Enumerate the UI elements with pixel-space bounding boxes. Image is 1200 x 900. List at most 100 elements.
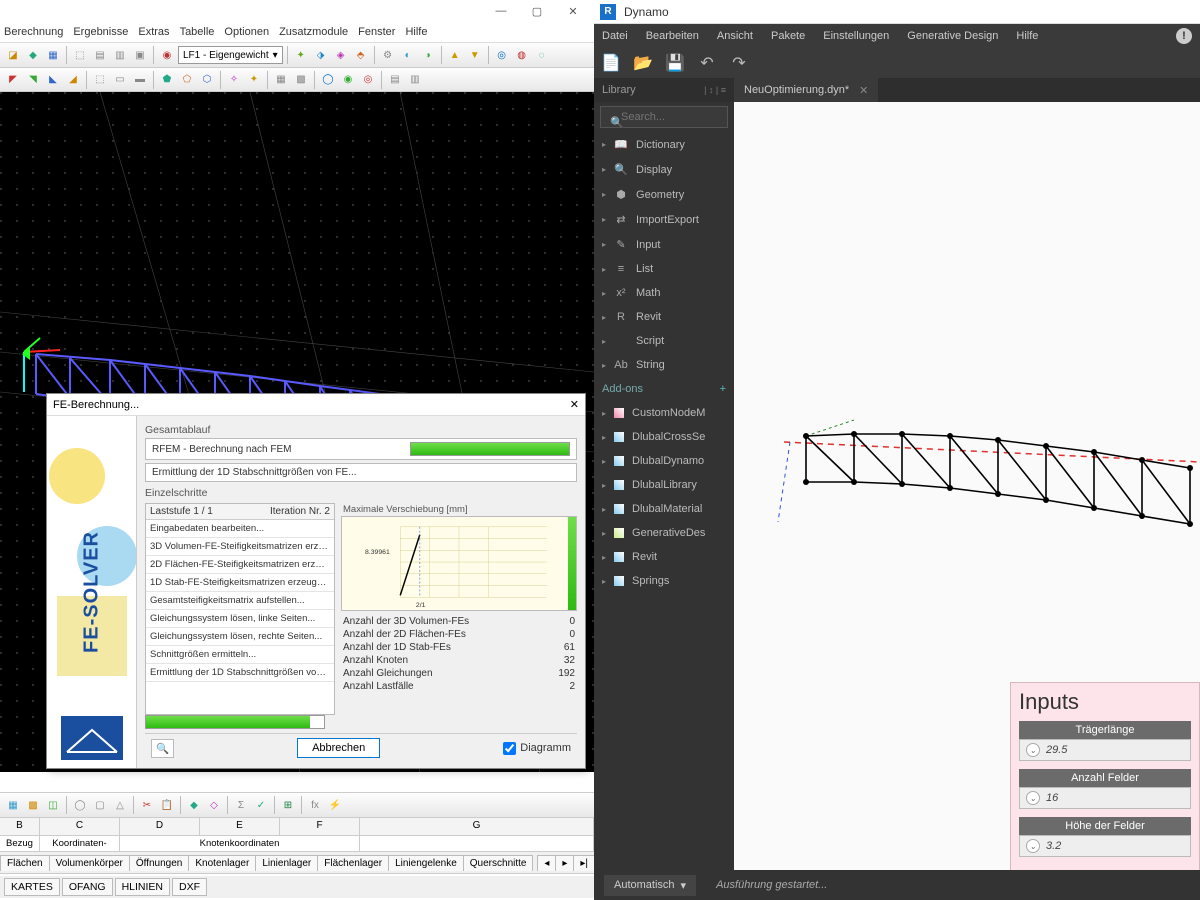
menu-extras[interactable]: Extras xyxy=(138,26,169,38)
menu-tabelle[interactable]: Tabelle xyxy=(180,26,215,38)
toolbar-icon[interactable]: ✧ xyxy=(225,71,243,89)
toolbar-icon[interactable]: ◆ xyxy=(185,796,203,814)
menu-hilfe[interactable]: Hilfe xyxy=(1016,30,1038,42)
addon-item[interactable]: ▸Revit xyxy=(594,545,734,569)
toolbar-icon[interactable]: ✦ xyxy=(245,71,263,89)
tab-liniengelenke[interactable]: Liniengelenke xyxy=(388,855,464,871)
library-category[interactable]: ▸🔍Display xyxy=(594,157,734,182)
toolbar-icon[interactable]: ⚙ xyxy=(379,46,397,64)
maximize-button[interactable]: ▢ xyxy=(520,1,554,21)
tab-linienlager[interactable]: Linienlager xyxy=(255,855,318,871)
toolbar-icon[interactable]: ◐ xyxy=(399,46,417,64)
toolbar-icon[interactable]: ◤ xyxy=(4,71,22,89)
status-dxf[interactable]: DXF xyxy=(172,878,207,896)
toolbar-icon[interactable]: ▣ xyxy=(131,46,149,64)
toolbar-icon[interactable]: ◎ xyxy=(493,46,511,64)
addon-item[interactable]: ▸GenerativeDes xyxy=(594,521,734,545)
col-d[interactable]: D xyxy=(120,818,200,835)
input-value[interactable]: ⌄29.5 xyxy=(1019,739,1191,761)
menu-datei[interactable]: Datei xyxy=(602,30,628,42)
library-tab[interactable]: Library | ↕ | ≡ xyxy=(594,78,734,102)
toolbar-icon[interactable]: ▦ xyxy=(4,796,22,814)
tab-oeffnungen[interactable]: Öffnungen xyxy=(129,855,190,871)
dialog-titlebar[interactable]: FE-Berechnung... ✕ xyxy=(47,394,585,416)
file-tab[interactable]: NeuOptimierung.dyn* ✕ xyxy=(734,78,878,102)
minimize-button[interactable]: — xyxy=(484,1,518,21)
tab-knotenlager[interactable]: Knotenlager xyxy=(188,855,256,871)
redo-icon[interactable]: ↷ xyxy=(730,54,748,72)
library-category[interactable]: ▸Script xyxy=(594,329,734,353)
info-icon[interactable]: ! xyxy=(1176,28,1192,44)
toolbar-icon[interactable]: ◯ xyxy=(71,796,89,814)
open-file-icon[interactable]: 📂 xyxy=(634,54,652,72)
toolbar-icon[interactable]: ▦ xyxy=(272,71,290,89)
cancel-button[interactable]: Abbrechen xyxy=(297,738,380,758)
toolbar-icon[interactable]: ▥ xyxy=(406,71,424,89)
menu-optionen[interactable]: Optionen xyxy=(224,26,269,38)
menu-einstellungen[interactable]: Einstellungen xyxy=(823,30,889,42)
toolbar-icon[interactable]: ◈ xyxy=(332,46,350,64)
addon-item[interactable]: ▸DlubalCrossSe xyxy=(594,425,734,449)
toolbar-icon[interactable]: ⬠ xyxy=(178,71,196,89)
search-icon[interactable]: 🔍 xyxy=(151,739,174,758)
toolbar-icon[interactable]: ◥ xyxy=(24,71,42,89)
scroll-right-icon[interactable]: ▸ xyxy=(555,855,574,871)
tab-querschnitte[interactable]: Querschnitte xyxy=(463,855,534,871)
toolbar-icon[interactable]: Σ xyxy=(232,796,250,814)
menu-zusatzmodule[interactable]: Zusatzmodule xyxy=(279,26,348,38)
toolbar-icon[interactable]: ▤ xyxy=(386,71,404,89)
col-f[interactable]: F xyxy=(280,818,360,835)
library-category[interactable]: ▸≡List xyxy=(594,257,734,281)
menu-berechnung[interactable]: Berechnung xyxy=(4,26,63,38)
library-category[interactable]: ▸📖Dictionary xyxy=(594,132,734,157)
toolbar-icon[interactable]: ◑ xyxy=(419,46,437,64)
input-value[interactable]: ⌄16 xyxy=(1019,787,1191,809)
toolbar-icon[interactable]: ⬗ xyxy=(312,46,330,64)
status-hlinien[interactable]: HLINIEN xyxy=(115,878,170,896)
scroll-left-icon[interactable]: ◂ xyxy=(537,855,556,871)
undo-icon[interactable]: ↶ xyxy=(698,54,716,72)
chevron-down-icon[interactable]: ⌄ xyxy=(1026,839,1040,853)
toolbar-icon[interactable]: ◆ xyxy=(24,46,42,64)
menu-ansicht[interactable]: Ansicht xyxy=(717,30,753,42)
close-icon[interactable]: ✕ xyxy=(570,398,579,411)
toolbar-icon[interactable]: ⬚ xyxy=(91,71,109,89)
save-icon[interactable]: 💾 xyxy=(666,54,684,72)
addon-item[interactable]: ▸DlubalDynamo xyxy=(594,449,734,473)
menu-generative-design[interactable]: Generative Design xyxy=(907,30,998,42)
tab-flaechenlager[interactable]: Flächenlager xyxy=(317,855,389,871)
toolbar-icon[interactable]: ▬ xyxy=(131,71,149,89)
close-tab-icon[interactable]: ✕ xyxy=(859,84,868,97)
menu-fenster[interactable]: Fenster xyxy=(358,26,395,38)
toolbar-icon[interactable]: ▢ xyxy=(91,796,109,814)
status-ofang[interactable]: OFANG xyxy=(62,878,113,896)
library-category[interactable]: ▸AbString xyxy=(594,353,734,377)
library-category[interactable]: ▸⇄ImportExport xyxy=(594,207,734,232)
input-value[interactable]: ⌄3.2 xyxy=(1019,835,1191,857)
tab-volumenkoerper[interactable]: Volumenkörper xyxy=(49,855,130,871)
toolbar-icon[interactable]: ✓ xyxy=(252,796,270,814)
toolbar-icon[interactable]: ◉ xyxy=(339,71,357,89)
run-mode-dropdown[interactable]: Automatisch ▾ xyxy=(604,875,696,896)
toolbar-icon[interactable]: ⬘ xyxy=(352,46,370,64)
toolbar-icon[interactable]: fx xyxy=(306,796,324,814)
col-c[interactable]: C xyxy=(40,818,120,835)
status-kartes[interactable]: KARTES xyxy=(4,878,60,896)
new-file-icon[interactable]: 📄 xyxy=(602,54,620,72)
col-e[interactable]: E xyxy=(200,818,280,835)
addons-header[interactable]: Add-ons + xyxy=(594,377,734,401)
toolbar-icon[interactable]: ▼ xyxy=(466,46,484,64)
toolbar-icon[interactable]: ⬚ xyxy=(71,46,89,64)
toolbar-icon[interactable]: ▲ xyxy=(446,46,464,64)
toolbar-icon[interactable]: ⚡ xyxy=(326,796,344,814)
toolbar-icon[interactable]: ◍ xyxy=(513,46,531,64)
toolbar-icon[interactable]: ◯ xyxy=(319,71,337,89)
chevron-down-icon[interactable]: ⌄ xyxy=(1026,743,1040,757)
toolbar-icon[interactable]: ▩ xyxy=(24,796,42,814)
toolbar-icon[interactable]: ▩ xyxy=(292,71,310,89)
toolbar-icon[interactable]: ▦ xyxy=(44,46,62,64)
chevron-down-icon[interactable]: ⌄ xyxy=(1026,791,1040,805)
toolbar-icon[interactable]: ◉ xyxy=(158,46,176,64)
tab-flaechen[interactable]: Flächen xyxy=(0,855,50,871)
plus-icon[interactable]: + xyxy=(720,383,726,395)
